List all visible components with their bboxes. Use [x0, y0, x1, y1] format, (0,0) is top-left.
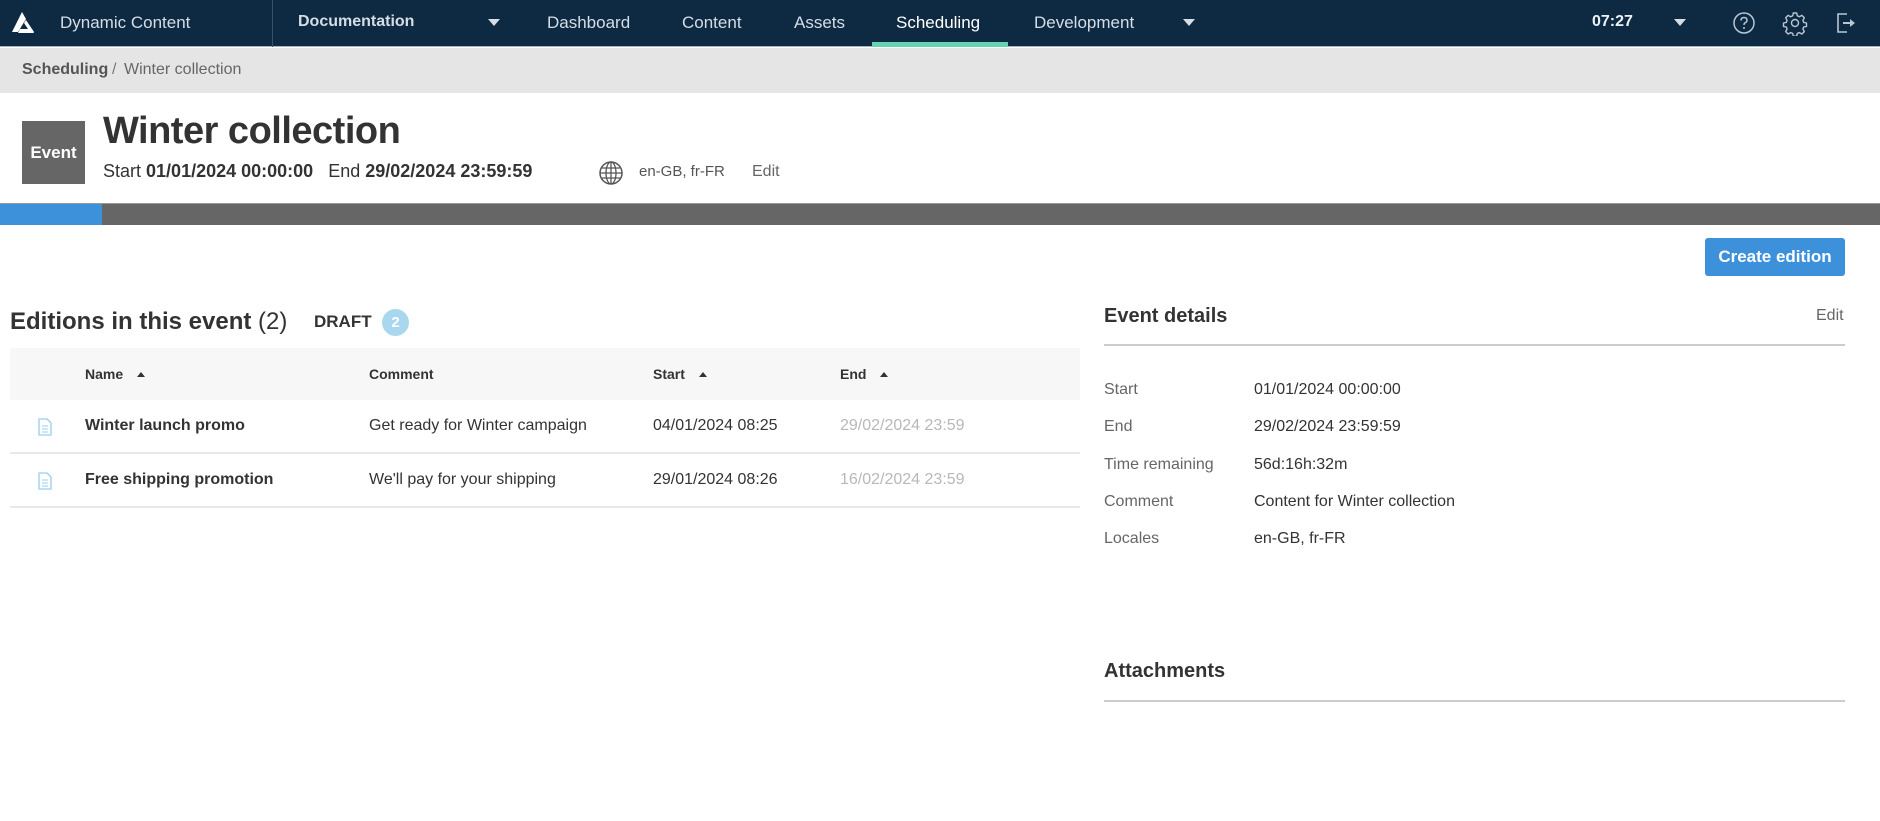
end-value: 29/02/2024 23:59:59 [365, 161, 533, 181]
start-value: 01/01/2024 00:00:00 [146, 161, 314, 181]
tab-assets[interactable]: Assets [794, 13, 845, 33]
detail-value-time-remaining: 56d:16h:32m [1254, 456, 1348, 473]
attachments-heading: Attachments [1104, 660, 1226, 682]
editions-table: Name Comment Start End Winter launch pro… [10, 348, 1080, 508]
detail-value-locales: en-GB, fr-FR [1254, 530, 1346, 547]
edition-start: 04/01/2024 08:25 [653, 417, 778, 434]
event-locales: en-GB, fr-FR [639, 163, 725, 180]
breadcrumb-scheduling-link[interactable]: Scheduling [22, 61, 108, 79]
column-header-start[interactable]: Start [653, 366, 707, 382]
edition-end: 16/02/2024 23:59 [840, 471, 965, 488]
top-navigation: Dynamic Content Documentation Dashboard … [0, 0, 1880, 47]
editions-heading: Editions in this event (2) [10, 308, 287, 336]
column-end-label: End [840, 366, 867, 382]
tab-dashboard[interactable]: Dashboard [547, 13, 630, 33]
event-progress-fill [0, 204, 102, 225]
detail-label-start: Start [1104, 381, 1138, 398]
clock-time[interactable]: 07:27 [1592, 13, 1633, 31]
detail-label-locales: Locales [1104, 530, 1160, 547]
column-name-label: Name [85, 366, 124, 382]
edit-details-link[interactable]: Edit [1816, 307, 1844, 325]
help-icon[interactable] [1731, 10, 1757, 36]
detail-label-time-remaining: Time remaining [1104, 456, 1214, 473]
start-label: Start [103, 161, 142, 181]
column-header-comment: Comment [369, 366, 434, 382]
detail-value-comment: Content for Winter collection [1254, 493, 1455, 510]
edition-name[interactable]: Winter launch promo [85, 417, 245, 435]
logout-icon[interactable] [1833, 10, 1859, 36]
edition-comment: We'll pay for your shipping [369, 471, 556, 488]
draft-status-label[interactable]: DRAFT [314, 312, 372, 332]
time-chevron-down-icon[interactable] [1674, 19, 1686, 26]
detail-value-start: 01/01/2024 00:00:00 [1254, 381, 1401, 398]
column-start-label: Start [653, 366, 685, 382]
edition-comment: Get ready for Winter campaign [369, 417, 587, 434]
event-details-heading: Event details [1104, 305, 1228, 327]
detail-label-comment: Comment [1104, 493, 1174, 510]
globe-icon [599, 161, 623, 185]
table-row[interactable]: Winter launch promo Get ready for Winter… [10, 400, 1080, 454]
hub-chevron-down-icon[interactable] [488, 19, 500, 26]
tab-scheduling[interactable]: Scheduling [896, 13, 980, 33]
breadcrumb-current: Winter collection [124, 61, 242, 78]
create-edition-button[interactable]: Create edition [1705, 238, 1845, 276]
edit-event-link[interactable]: Edit [752, 163, 780, 181]
editions-heading-text: Editions in this event [10, 308, 252, 335]
nav-divider [272, 0, 273, 47]
breadcrumb: Scheduling / Winter collection [0, 48, 1880, 93]
draft-count-badge: 2 [382, 309, 409, 336]
breadcrumb-separator: / [112, 61, 117, 78]
table-header: Name Comment Start End [10, 348, 1080, 400]
details-divider [1104, 344, 1845, 346]
editions-count: (2) [258, 308, 288, 335]
tab-development[interactable]: Development [1034, 13, 1134, 33]
hub-selector[interactable]: Documentation [298, 13, 414, 31]
edition-document-icon [38, 472, 52, 490]
column-header-name[interactable]: Name [85, 366, 146, 382]
detail-value-end: 29/02/2024 23:59:59 [1254, 418, 1401, 435]
sort-ascending-icon [880, 372, 889, 377]
table-row[interactable]: Free shipping promotion We'll pay for yo… [10, 454, 1080, 508]
detail-label-end: End [1104, 418, 1133, 435]
end-label: End [328, 161, 361, 181]
column-header-end[interactable]: End [840, 366, 889, 382]
edition-document-icon [38, 418, 52, 436]
edition-start: 29/01/2024 08:26 [653, 471, 778, 488]
app-logo-icon[interactable] [9, 10, 35, 36]
attachments-divider [1104, 700, 1845, 702]
sort-ascending-icon [698, 372, 707, 377]
page-title: Winter collection [103, 110, 401, 152]
event-dates: Start 01/01/2024 00:00:00 End 29/02/2024… [103, 161, 532, 182]
active-tab-indicator [872, 42, 1008, 47]
edition-name[interactable]: Free shipping promotion [85, 471, 273, 489]
edition-end: 29/02/2024 23:59 [840, 417, 965, 434]
tab-content[interactable]: Content [682, 13, 742, 33]
sort-ascending-icon [137, 372, 146, 377]
event-type-badge: Event [22, 121, 85, 184]
app-title: Dynamic Content [60, 13, 191, 32]
settings-icon[interactable] [1782, 10, 1808, 36]
development-chevron-down-icon[interactable] [1183, 19, 1195, 26]
event-progress-bar [0, 203, 1880, 225]
